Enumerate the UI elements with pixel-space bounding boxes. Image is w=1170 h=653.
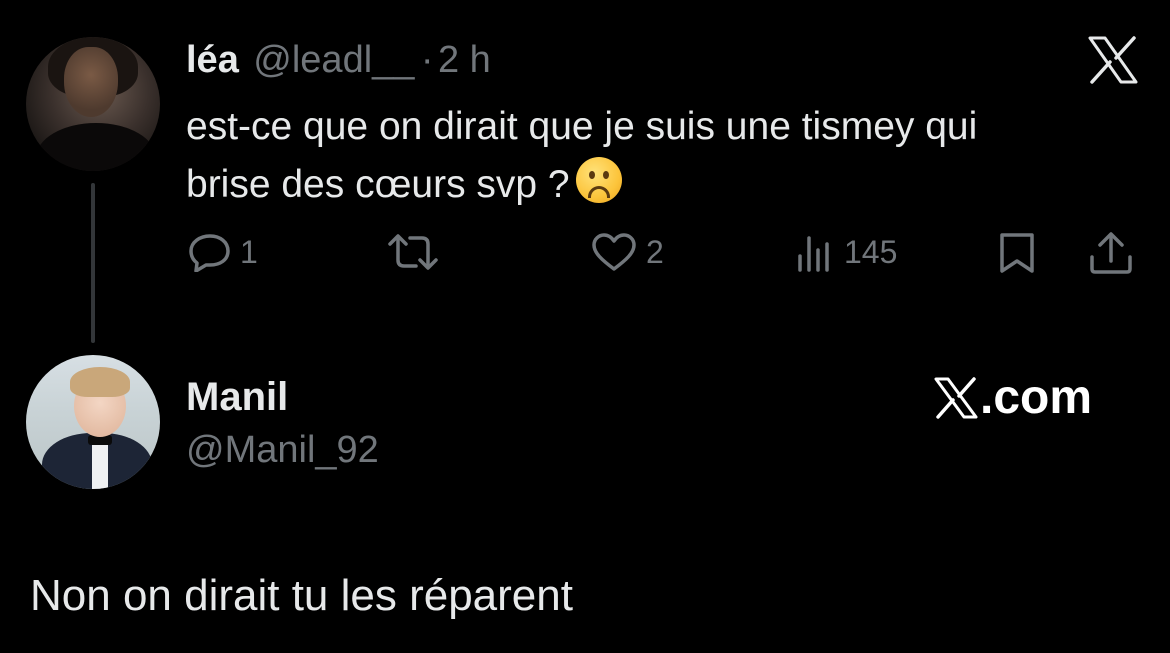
heart-icon (592, 233, 636, 271)
avatar-shirt (92, 439, 108, 489)
frowning-face-icon (575, 157, 622, 203)
bookmark-button[interactable] (997, 231, 1037, 275)
tweet-header: léa @leadl__ · 2 h (186, 38, 491, 82)
author-name[interactable]: léa (186, 39, 239, 81)
x-logo-icon (934, 377, 978, 419)
reply-button[interactable]: 1 (188, 232, 258, 272)
x-com-watermark: .com (934, 372, 1092, 424)
avatar-manil[interactable] (26, 355, 160, 489)
avatar-hair (70, 367, 130, 397)
like-count: 2 (646, 234, 664, 270)
tweet-text-line: est-ce que on dirait que je suis une tis… (186, 105, 978, 148)
reply-author-handle[interactable]: @Manil_92 (186, 428, 379, 472)
x-logo-icon (1088, 36, 1138, 84)
reply-count: 1 (240, 234, 258, 270)
like-button[interactable]: 2 (590, 232, 664, 272)
reply-author-name[interactable]: Manil (186, 374, 288, 420)
avatar-lea[interactable] (26, 37, 160, 171)
bookmark-icon (1000, 233, 1034, 273)
author-handle[interactable]: @leadl__ (253, 39, 414, 81)
thread-connector-line (91, 183, 95, 343)
retweet-button[interactable] (386, 232, 448, 272)
watermark-text: .com (980, 371, 1093, 424)
tweet-time[interactable]: 2 h (438, 39, 491, 81)
views-button[interactable]: 145 (796, 232, 897, 272)
views-count: 145 (844, 234, 898, 270)
views-icon (798, 236, 829, 272)
retweet-icon (388, 234, 438, 270)
share-icon (1090, 232, 1132, 274)
share-button[interactable] (1087, 231, 1135, 275)
tweet-text: est-ce que on dirait que je suis une tis… (186, 98, 1146, 214)
tweet-text-line: brise des cœurs svp ? (186, 156, 1146, 214)
reply-icon (189, 234, 230, 272)
tweet-text-line-content: brise des cœurs svp ? (186, 163, 570, 206)
reply-text: Non on dirait tu les réparent (30, 571, 573, 620)
avatar-face (64, 47, 118, 117)
avatar-body (36, 123, 156, 171)
separator-dot: · (420, 39, 434, 81)
